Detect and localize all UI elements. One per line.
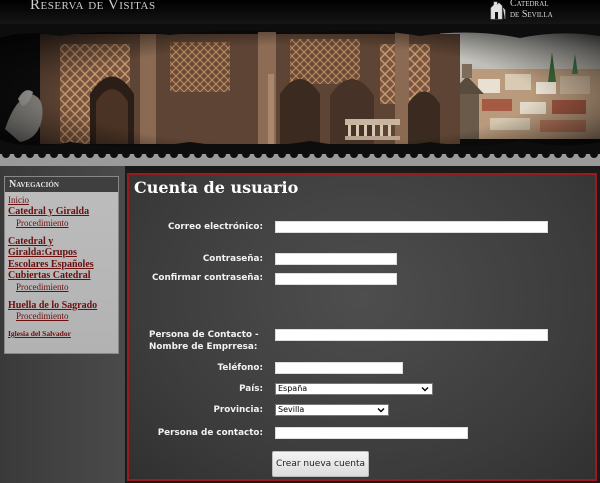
nav-link-procedimiento[interactable]: Procedimiento (8, 282, 115, 293)
cathedral-logo[interactable]: Catedral de Sevilla (489, 0, 569, 22)
nav-link-cubiertas-catedral[interactable]: Cubiertas Catedral (8, 270, 115, 282)
nav-link-inicio[interactable]: Inicio (8, 195, 115, 206)
nav-list: Inicio Catedral y Giralda Procedimiento … (5, 192, 118, 342)
top-bar: Reserva de Visitas Catedral de Sevilla (0, 0, 600, 24)
site-title: Reserva de Visitas (30, 0, 156, 13)
email-field[interactable] (275, 221, 548, 233)
decorative-stripe (0, 148, 600, 166)
nav-link-procedimiento[interactable]: Procedimiento (8, 311, 115, 322)
province-label: Provincia: (213, 405, 263, 415)
phone-label: Teléfono: (217, 363, 263, 373)
company-contact-field[interactable] (275, 329, 548, 341)
confirm-password-field[interactable] (275, 273, 397, 285)
confirm-password-label: Confirmar contraseña: (151, 273, 263, 283)
logo-text: Catedral de Sevilla (510, 0, 553, 20)
nav-link-iglesia-salvador[interactable]: Iglesia del Salvador (8, 328, 115, 339)
contact-person-field[interactable] (275, 427, 468, 439)
country-label: País: (239, 384, 263, 394)
province-select-value: Sevilla (278, 405, 305, 414)
email-label: Correo electrónico: (167, 222, 263, 232)
password-label: Contraseña: (202, 254, 263, 264)
phone-field[interactable] (275, 362, 403, 374)
country-select[interactable]: España (275, 383, 433, 395)
nav-heading: Navegación (5, 177, 118, 192)
chevron-down-icon (421, 387, 429, 392)
country-select-value: España (278, 384, 308, 393)
page-title: Cuenta de usuario (134, 178, 299, 197)
contact-person-label: Persona de contacto: (157, 428, 263, 438)
chevron-down-icon (377, 408, 385, 413)
navigation-panel: Navegación Inicio Catedral y Giralda Pro… (4, 176, 119, 354)
banner-image (0, 24, 600, 154)
nav-link-huella-sagrado[interactable]: Huella de lo Sagrado (8, 300, 115, 312)
account-form-panel: Cuenta de usuario Correo electrónico: Co… (127, 173, 597, 481)
password-field[interactable] (275, 253, 397, 265)
nav-link-procedimiento[interactable]: Procedimiento (8, 218, 115, 229)
company-contact-label: Persona de Contacto - Nombre de Emprresa… (149, 330, 259, 352)
province-select[interactable]: Sevilla (275, 404, 389, 416)
create-account-button[interactable]: Crear nueva cuenta (272, 451, 369, 477)
cathedral-emblem-icon (490, 1, 506, 20)
nav-link-grupos-escolares[interactable]: Catedral y Giralda:Grupos Escolares Espa… (8, 236, 115, 271)
nav-link-catedral-giralda[interactable]: Catedral y Giralda (8, 206, 115, 218)
